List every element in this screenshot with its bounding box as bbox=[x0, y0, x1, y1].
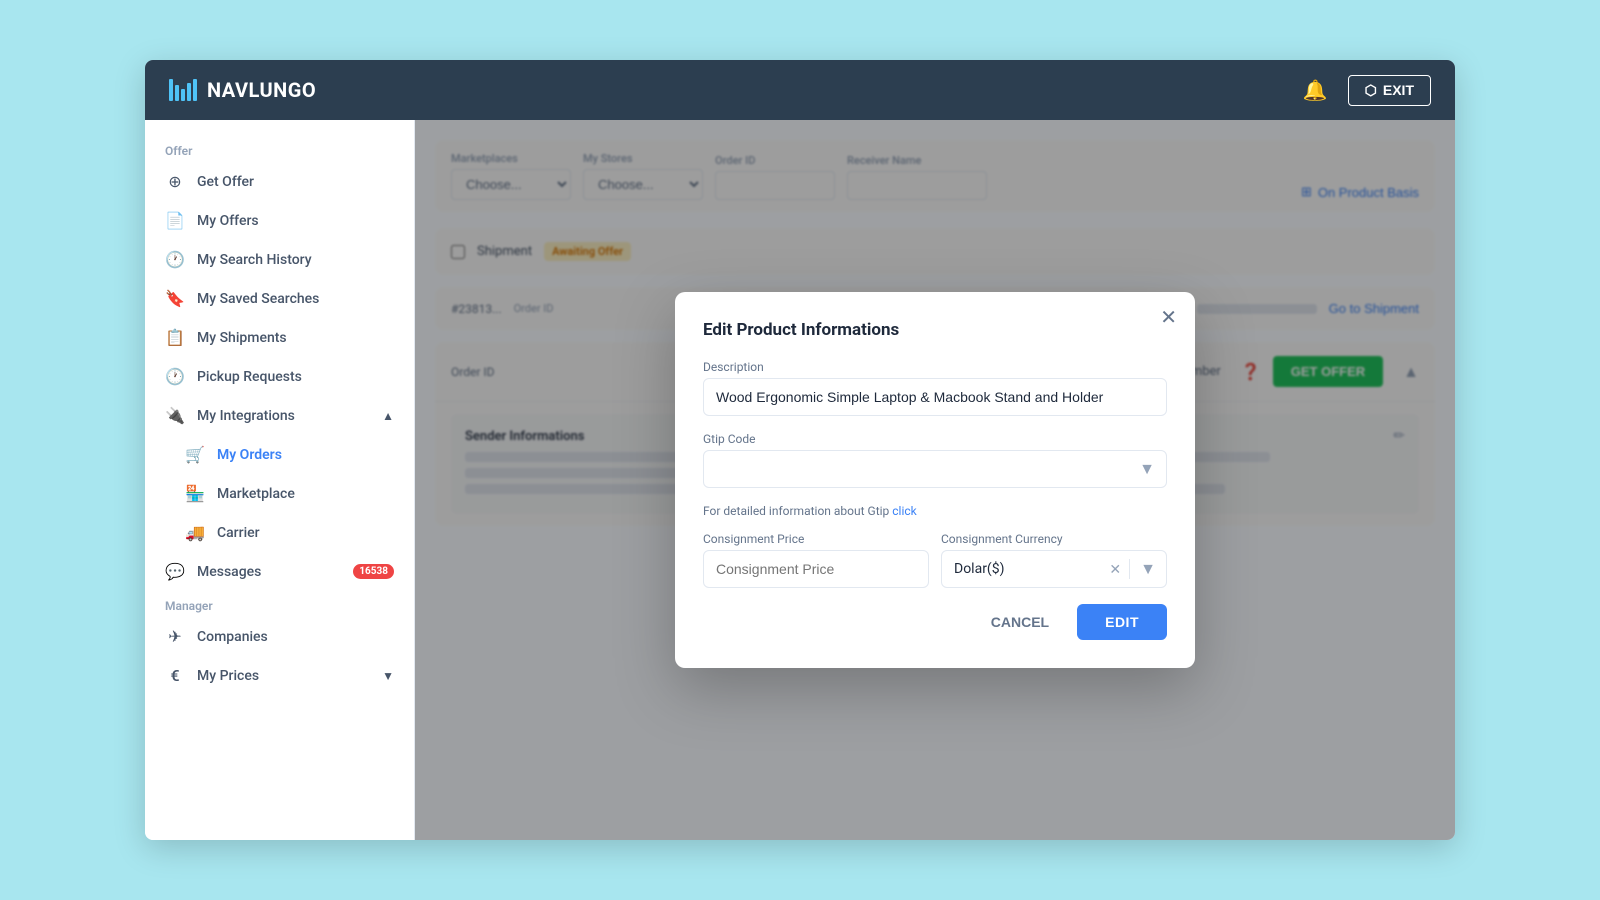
edit-button[interactable]: EDIT bbox=[1077, 604, 1167, 640]
plus-circle-icon: ⊕ bbox=[165, 172, 185, 191]
gtip-label: Gtip Code bbox=[703, 432, 1167, 446]
consignment-price-group: Consignment Price bbox=[703, 532, 929, 588]
cancel-button[interactable]: CANCEL bbox=[975, 604, 1065, 640]
main-content-area: Marketplaces Choose... My Stores Choose.… bbox=[415, 120, 1455, 840]
sidebar-item-my-integrations[interactable]: 🔌 My Integrations ▲ bbox=[145, 396, 414, 435]
gtip-select[interactable] bbox=[703, 450, 1167, 488]
header-right: 🔔 ⬡ EXIT bbox=[1303, 75, 1431, 106]
document-icon: 📄 bbox=[165, 211, 185, 230]
sidebar-section-manager: Manager bbox=[145, 591, 414, 617]
integrations-chevron-icon: ▲ bbox=[382, 409, 394, 423]
description-input[interactable] bbox=[703, 378, 1167, 416]
modal-title: Edit Product Informations bbox=[703, 320, 1167, 340]
truck-icon: 🚚 bbox=[185, 523, 205, 542]
consignment-price-input[interactable] bbox=[703, 550, 929, 588]
app-header: NAVLUNGO 🔔 ⬡ EXIT bbox=[145, 60, 1455, 120]
currency-wrap: Dolar($) ✕ ▼ bbox=[941, 550, 1167, 588]
sidebar-item-messages[interactable]: 💬 Messages 16538 bbox=[145, 552, 414, 591]
currency-chevron-icon[interactable]: ▼ bbox=[1130, 559, 1166, 579]
description-group: Description bbox=[703, 360, 1167, 416]
euro-icon: € bbox=[165, 666, 185, 685]
notification-bell[interactable]: 🔔 bbox=[1303, 78, 1328, 103]
sidebar-item-companies[interactable]: ✈ Companies bbox=[145, 617, 414, 656]
price-currency-row: Consignment Price Consignment Currency D… bbox=[703, 532, 1167, 588]
pickup-icon: 🕐 bbox=[165, 367, 185, 386]
exit-button[interactable]: ⬡ EXIT bbox=[1348, 75, 1431, 106]
sidebar-item-my-offers[interactable]: 📄 My Offers bbox=[145, 201, 414, 240]
exit-icon: ⬡ bbox=[1365, 82, 1377, 99]
sidebar-item-carrier[interactable]: 🚚 Carrier bbox=[165, 513, 414, 552]
sidebar-item-get-offer[interactable]: ⊕ Get Offer bbox=[145, 162, 414, 201]
sidebar-item-my-search-history[interactable]: 🕐 My Search History bbox=[145, 240, 414, 279]
edit-product-modal: Edit Product Informations ✕ Description … bbox=[675, 292, 1195, 668]
sidebar-item-my-saved-searches[interactable]: 🔖 My Saved Searches bbox=[145, 279, 414, 318]
logo-text: NAVLUNGO bbox=[207, 78, 316, 102]
currency-value-display: Dolar($) bbox=[942, 551, 1101, 587]
sidebar-item-my-prices[interactable]: € My Prices ▼ bbox=[145, 656, 414, 695]
prices-chevron-icon: ▼ bbox=[382, 669, 394, 683]
modal-overlay[interactable]: Edit Product Informations ✕ Description … bbox=[415, 120, 1455, 840]
store-icon: 🏪 bbox=[185, 484, 205, 503]
companies-icon: ✈ bbox=[165, 627, 185, 646]
currency-clear-button[interactable]: ✕ bbox=[1101, 561, 1129, 578]
gtip-click-link[interactable]: click bbox=[892, 504, 916, 518]
logo: NAVLUNGO bbox=[169, 78, 316, 102]
cart-icon: 🛒 bbox=[185, 445, 205, 464]
bookmark-icon: 🔖 bbox=[165, 289, 185, 308]
sidebar-item-marketplace[interactable]: 🏪 Marketplace bbox=[165, 474, 414, 513]
consignment-currency-group: Consignment Currency Dolar($) ✕ ▼ bbox=[941, 532, 1167, 588]
sidebar-item-my-orders[interactable]: 🛒 My Orders bbox=[165, 435, 414, 474]
sidebar-section-offer: Offer bbox=[145, 136, 414, 162]
sidebar-item-my-shipments[interactable]: 📋 My Shipments bbox=[145, 318, 414, 357]
messages-icon: 💬 bbox=[165, 562, 185, 581]
description-label: Description bbox=[703, 360, 1167, 374]
logo-icon bbox=[169, 79, 197, 101]
gtip-group: Gtip Code ▼ bbox=[703, 432, 1167, 488]
sidebar-item-pickup-requests[interactable]: 🕐 Pickup Requests bbox=[145, 357, 414, 396]
messages-badge: 16538 bbox=[353, 564, 394, 579]
modal-actions: CANCEL EDIT bbox=[703, 604, 1167, 640]
modal-close-button[interactable]: ✕ bbox=[1160, 308, 1177, 328]
list-icon: 📋 bbox=[165, 328, 185, 347]
consignment-price-label: Consignment Price bbox=[703, 532, 929, 546]
consignment-currency-label: Consignment Currency bbox=[941, 532, 1167, 546]
gtip-hint: For detailed information about Gtip clic… bbox=[703, 504, 1167, 518]
sidebar: Offer ⊕ Get Offer 📄 My Offers 🕐 My Searc… bbox=[145, 120, 415, 840]
clock-icon: 🕐 bbox=[165, 250, 185, 269]
integrations-icon: 🔌 bbox=[165, 406, 185, 425]
gtip-select-wrap: ▼ bbox=[703, 450, 1167, 488]
